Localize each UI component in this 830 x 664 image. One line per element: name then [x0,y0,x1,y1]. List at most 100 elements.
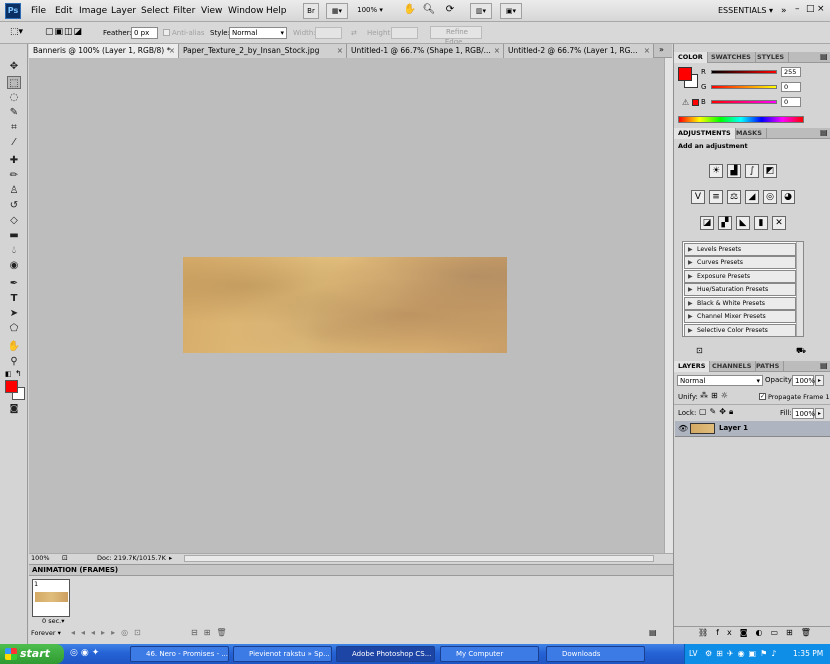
panel-menu-icon[interactable]: ▤ [820,361,828,370]
r-input[interactable]: 255 [781,67,801,77]
eye-icon[interactable]: 👁︎ [678,424,688,433]
tab-close-icon[interactable]: × [644,44,650,58]
menu-window[interactable]: Window [228,0,264,22]
quick-launch-icons[interactable]: ◎◉✦ [70,648,102,658]
clone-stamp-icon[interactable]: ♙ [7,184,21,197]
move-tool-icon[interactable]: ✥ [7,60,21,73]
height-input[interactable] [391,27,418,39]
blend-mode-select[interactable]: Normal ▾ [677,375,763,386]
workspace-switcher[interactable]: ESSENTIALS ▾ [718,0,773,22]
menu-help[interactable]: Help [266,0,287,22]
animation-frame[interactable]: 1 [32,579,70,617]
color-balance-icon[interactable]: ⚖ [727,190,741,204]
tab-swatches[interactable]: SWATCHES [707,52,756,63]
menu-filter[interactable]: Filter [173,0,195,22]
animation-panel-title[interactable]: ANIMATION (FRAMES) [29,565,673,576]
loop-select[interactable]: Forever ▾ [31,629,61,638]
cs-live-icon[interactable]: » [781,0,787,22]
history-brush-icon[interactable]: ↺ [7,199,21,212]
feather-input[interactable]: 0 px [131,27,158,39]
gamut-color-swatch[interactable] [692,99,699,106]
clock[interactable]: 1:35 PM [793,644,823,664]
gradient-tool-icon[interactable]: ▬ [7,229,21,242]
status-arrow-icon[interactable]: ▸ [169,554,172,563]
tab-channels[interactable]: CHANNELS [708,361,757,372]
lock-icons[interactable]: ▢✎✥🔒︎ [699,407,736,417]
swap-icon[interactable]: ⇄ [351,27,357,39]
color-foreground-swatch[interactable] [678,67,692,81]
width-input[interactable] [315,27,342,39]
menu-image[interactable]: Image [79,0,107,22]
exposure-icon[interactable]: ◩ [763,164,777,178]
tab-adjustments[interactable]: ADJUSTMENTS [674,128,736,139]
dodge-tool-icon[interactable]: ◉ [7,259,21,272]
refine-edge-button[interactable]: Refine Edge... [430,26,482,46]
type-tool-icon[interactable]: T [7,292,21,305]
zoom-tool-icon[interactable]: 🔍︎ [422,3,436,19]
channel-mixer-icon[interactable]: ◕ [781,190,795,204]
status-zoom[interactable]: 100% [31,554,50,563]
rotate-view-icon[interactable]: ⟳ [442,3,458,19]
menu-view[interactable]: View [201,0,222,22]
maximize-icon[interactable]: □ [806,4,816,14]
quick-select-tool-icon[interactable]: ✎ [7,106,21,119]
selection-mode-icons[interactable]: ▢▣◫◪ [45,27,83,37]
lasso-tool-icon[interactable]: ◌ [7,91,21,104]
tab-close-icon[interactable]: × [337,44,343,58]
task-photoshop[interactable]: Adobe Photoshop CS... [336,646,435,662]
hue-saturation-icon[interactable]: ≡ [709,190,723,204]
menu-file[interactable]: File [31,0,46,22]
menu-select[interactable]: Select [141,0,169,22]
tab-layers[interactable]: LAYERS [674,361,711,372]
healing-brush-icon[interactable]: ✚ [7,154,21,167]
r-slider[interactable] [711,70,777,74]
opacity-input[interactable]: 100% [792,375,815,386]
task-nero[interactable]: 46. Nero - Promises - ... [130,646,229,662]
close-icon[interactable]: × [817,4,827,14]
tab-paper-texture[interactable]: Paper_Texture_2_by_Insan_Stock.jpg × [179,44,347,58]
preset-curves[interactable]: ▶ Curves Presets [684,256,796,269]
task-my-computer[interactable]: My Computer [440,646,539,662]
antialias-checkbox[interactable] [163,29,170,36]
panel-menu-icon[interactable]: ▤ [820,52,828,61]
posterize-icon[interactable]: ▞ [718,216,732,230]
opacity-slider-arrow[interactable]: ▸ [815,375,824,386]
brightness-icon[interactable]: ☀ [709,164,723,178]
layer-name[interactable]: Layer 1 [719,424,748,432]
tab-color[interactable]: COLOR [674,52,708,63]
panel-menu-icon[interactable]: ▤ [820,128,828,137]
tab-untitled-1[interactable]: Untitled-1 @ 66.7% (Shape 1, RGB/... × [347,44,504,58]
preset-exposure[interactable]: ▶ Exposure Presets [684,270,796,283]
clip-layer-icon[interactable]: ⊡ [696,346,703,355]
layer-actions-icons[interactable]: ⛓fx◙◐▭⊞🗑︎ [698,628,819,637]
tab-banneris[interactable]: Banneris @ 100% (Layer 1, RGB/8) * × [29,44,179,58]
marquee-preset-icon[interactable]: ⬚▾ [10,27,23,37]
zoom-tool-icon[interactable]: ⚲ [7,355,21,368]
horizontal-scrollbar[interactable] [184,555,654,562]
screen-mode-button[interactable]: ▣▾ [500,3,522,19]
b-slider[interactable] [711,100,777,104]
brush-tool-icon[interactable]: ✏ [7,169,21,182]
curves-icon[interactable]: ∫ [745,164,759,178]
levels-icon[interactable]: ▟ [727,164,741,178]
layer-row[interactable]: 👁︎ Layer 1 [675,421,830,437]
tabs-overflow-icon[interactable]: » [659,45,664,54]
animation-menu-icon[interactable]: ▤ [649,628,657,637]
pen-tool-icon[interactable]: ✒ [7,277,21,290]
crop-tool-icon[interactable]: ⌗ [7,121,21,134]
hand-tool-icon[interactable]: ✋ [7,340,21,353]
tab-close-icon[interactable]: × [494,44,500,58]
tab-masks[interactable]: MASKS [732,128,767,139]
hand-tool-icon[interactable]: ✋ [403,3,417,19]
bridge-button[interactable]: Br [303,3,319,19]
preset-selective-color[interactable]: ▶ Selective Color Presets [684,324,796,337]
fill-input[interactable]: 100% [792,408,815,419]
menu-layer[interactable]: Layer [111,0,136,22]
unify-icons[interactable]: ⁂⊞☼ [700,391,731,400]
photo-filter-icon[interactable]: ◎ [763,190,777,204]
arrange-documents-button[interactable]: ▥▾ [470,3,492,19]
eyedropper-tool-icon[interactable]: ⁄ [7,136,21,149]
quick-mask-icon[interactable]: ◙ [7,403,21,416]
preset-hue-saturation[interactable]: ▶ Hue/Saturation Presets [684,283,796,296]
g-slider[interactable] [711,85,777,89]
